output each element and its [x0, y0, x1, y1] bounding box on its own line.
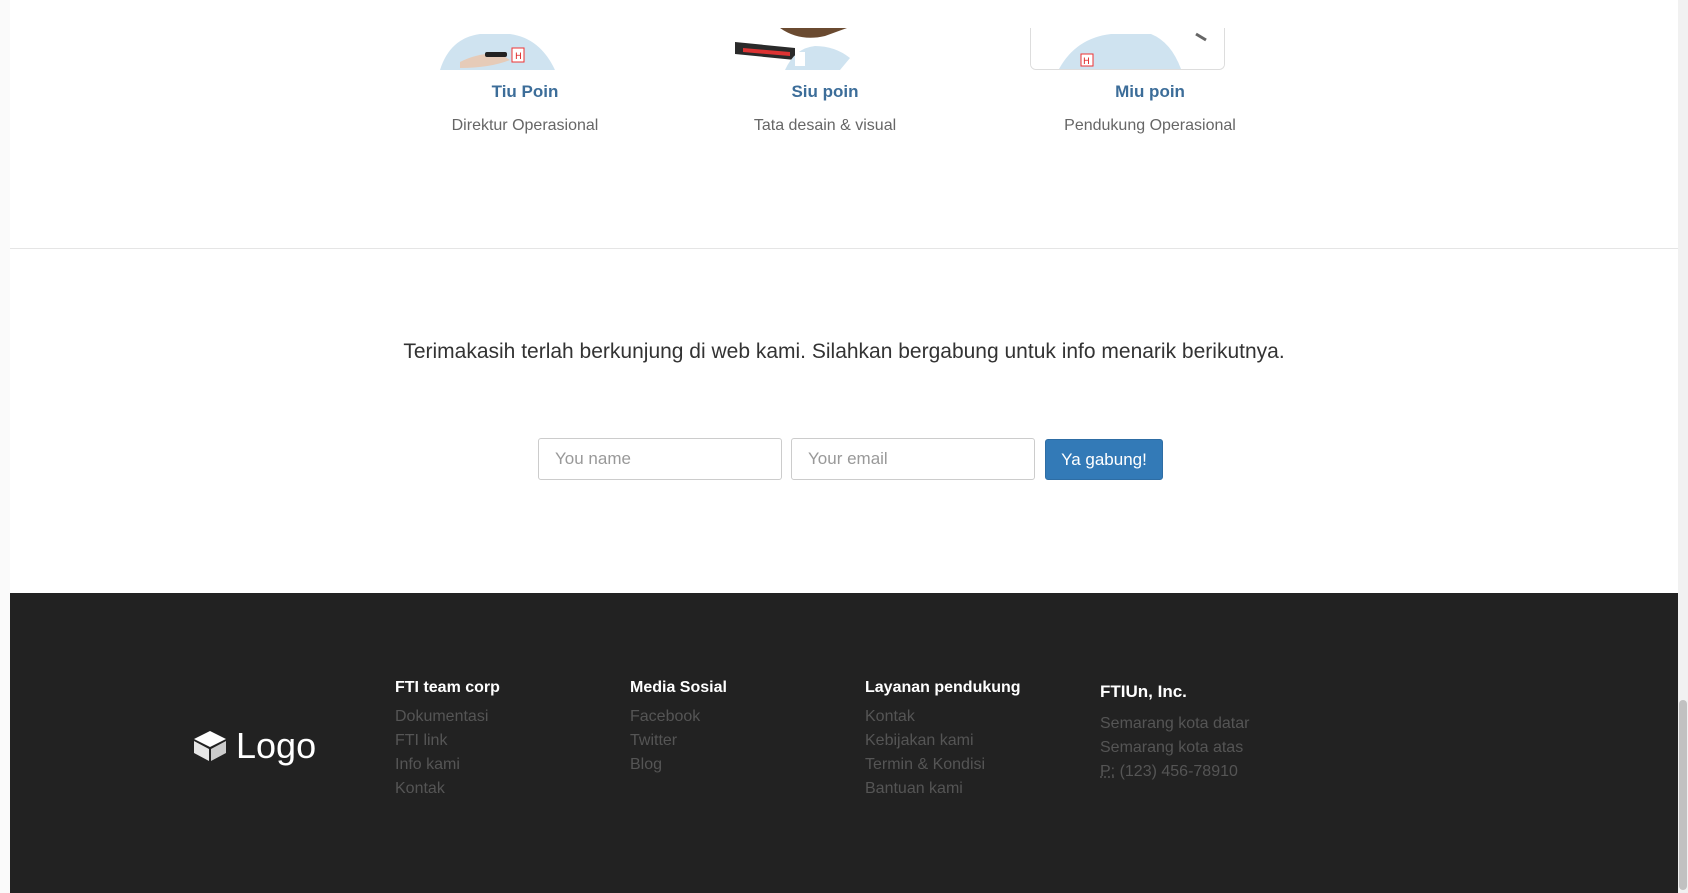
- svg-text:H: H: [515, 52, 522, 62]
- team-member-name: Tiu Poin: [491, 82, 559, 101]
- footer-link-terms[interactable]: Termin & Kondisi: [865, 753, 1021, 777]
- name-input[interactable]: [538, 438, 782, 480]
- team-section: H Tiu Poin Direktur Operasional Siu poin…: [10, 0, 1678, 250]
- phone-number: (123) 456-78910: [1115, 763, 1238, 780]
- footer-column-title: Media Sosial: [630, 679, 727, 696]
- footer-link-contact[interactable]: Kontak: [395, 777, 500, 801]
- footer-link-blog[interactable]: Blog: [630, 753, 727, 777]
- team-member-photo: [735, 28, 865, 70]
- page-edge: [0, 0, 10, 893]
- footer-link-help[interactable]: Bantuan kami: [865, 777, 1021, 801]
- footer-link-policy[interactable]: Kebijakan kami: [865, 729, 1021, 753]
- footer-link-twitter[interactable]: Twitter: [630, 729, 727, 753]
- team-member-photo: H: [1030, 28, 1225, 70]
- footer-logo[interactable]: Logo: [192, 725, 316, 767]
- footer-column-title: Layanan pendukung: [865, 679, 1021, 696]
- address-line-2: Semarang kota atas: [1100, 739, 1244, 756]
- team-member-photo: H: [430, 28, 560, 70]
- scrollbar[interactable]: [1678, 0, 1688, 893]
- footer: Logo FTI team corp Dokumentasi FTI link …: [10, 593, 1678, 893]
- footer-link-documentation[interactable]: Dokumentasi: [395, 705, 500, 729]
- phone-label: P:: [1100, 763, 1116, 780]
- svg-text:H: H: [1083, 57, 1090, 67]
- newsletter-message: Terimakasih terlah berkunjung di web kam…: [403, 340, 1285, 363]
- team-member-role: Pendukung Operasional: [1064, 117, 1236, 134]
- footer-column-social: Media Sosial Facebook Twitter Blog: [630, 679, 727, 777]
- footer-link-fti[interactable]: FTI link: [395, 729, 500, 753]
- footer-column-company: FTI team corp Dokumentasi FTI link Info …: [395, 679, 500, 801]
- address-line-1: Semarang kota datar: [1100, 715, 1250, 732]
- company-name: FTIUn, Inc.: [1100, 682, 1187, 701]
- cube-icon: [194, 731, 226, 761]
- email-input[interactable]: [791, 438, 1035, 480]
- team-member-name: Miu poin: [1115, 82, 1185, 101]
- footer-link-about[interactable]: Info kami: [395, 753, 500, 777]
- team-member-name: Siu poin: [791, 82, 859, 101]
- logo-text: Logo: [236, 725, 317, 766]
- phone-line: P: (123) 456-78910: [1100, 760, 1249, 784]
- section-divider: [10, 248, 1678, 249]
- footer-column-title: FTI team corp: [395, 679, 500, 696]
- scrollbar-thumb[interactable]: [1679, 700, 1687, 890]
- team-member-role: Tata desain & visual: [753, 117, 897, 134]
- page: H Tiu Poin Direktur Operasional Siu poin…: [10, 0, 1678, 893]
- footer-column-support: Layanan pendukung Kontak Kebijakan kami …: [865, 679, 1021, 801]
- footer-address: FTIUn, Inc. Semarang kota datar Semarang…: [1100, 679, 1249, 784]
- team-member-role: Direktur Operasional: [451, 117, 599, 134]
- footer-link-facebook[interactable]: Facebook: [630, 705, 727, 729]
- join-button[interactable]: Ya gabung!: [1045, 439, 1163, 480]
- footer-link-contact-support[interactable]: Kontak: [865, 705, 1021, 729]
